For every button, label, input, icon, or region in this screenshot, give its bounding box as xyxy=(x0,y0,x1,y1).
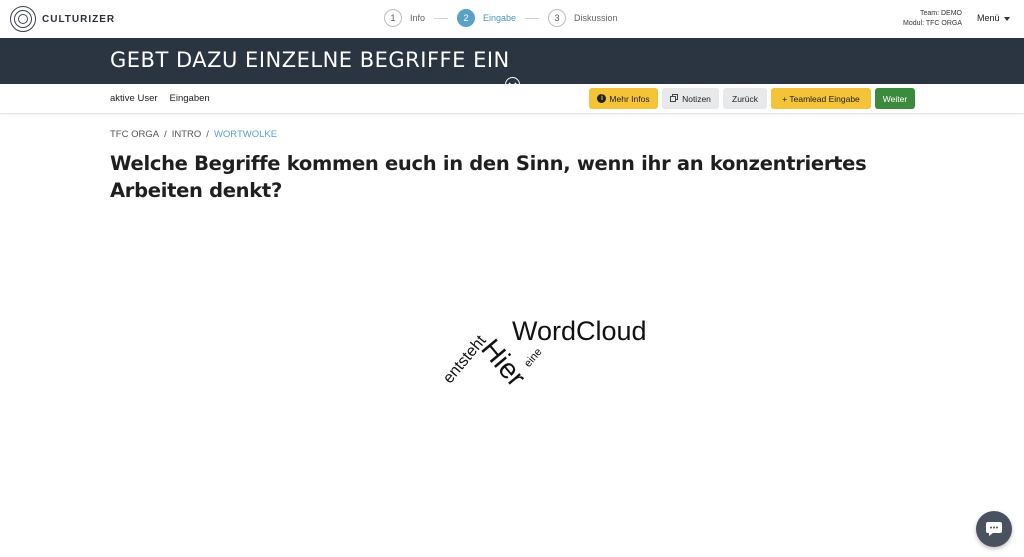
question-heading: Welche Begriffe kommen euch in den Sinn,… xyxy=(110,152,867,202)
toolbar-links: aktive User Eingaben xyxy=(110,93,210,104)
modul-name: Modul: TFC ORGA xyxy=(903,20,962,27)
teamlead-label: + Teamlead Eingabe xyxy=(782,93,860,104)
chat-button[interactable] xyxy=(976,511,1012,547)
breadcrumb-item[interactable]: INTRO xyxy=(172,129,202,140)
step-eingabe[interactable]: 2 Eingabe xyxy=(457,9,516,27)
chat-bubble-icon xyxy=(986,522,1002,536)
active-users-link[interactable]: aktive User xyxy=(110,93,158,104)
word-cloud-word: entsteht xyxy=(440,332,490,387)
brand-name: CULTURIZER xyxy=(42,13,116,25)
page-title: GEBT DAZU EINZELNE BEGRIFFE EIN xyxy=(110,48,510,72)
notes-icon xyxy=(670,94,679,103)
step-number: 1 xyxy=(384,9,402,27)
step-label: Diskussion xyxy=(574,13,618,23)
step-number: 3 xyxy=(548,9,567,27)
progress-stepper: 1 Info 2 Eingabe 3 Diskussion xyxy=(384,9,618,27)
back-button[interactable]: Zurück xyxy=(723,88,767,109)
more-info-button[interactable]: i Mehr Infos xyxy=(589,88,658,109)
step-info[interactable]: 1 Info xyxy=(384,9,425,27)
brand-logo[interactable]: CULTURIZER xyxy=(10,6,115,32)
menu-button[interactable]: Menü xyxy=(977,13,1010,23)
team-name: Team: DEMO xyxy=(919,10,962,17)
menu-label: Menü xyxy=(977,13,1000,23)
breadcrumb: TFC ORGA / INTRO / WORTWOLKE xyxy=(110,129,277,140)
word-cloud-word: Hier xyxy=(475,333,533,393)
info-icon: i xyxy=(597,94,607,103)
step-divider xyxy=(525,17,540,19)
notes-label: Notizen xyxy=(682,93,711,104)
teamlead-entry-button[interactable]: + Teamlead Eingabe xyxy=(771,88,871,109)
word-cloud-word: eine xyxy=(522,346,545,370)
back-label: Zurück xyxy=(732,93,758,104)
more-info-label: Mehr Infos xyxy=(609,93,650,104)
next-label: Weiter xyxy=(882,93,908,104)
breadcrumb-current: WORTWOLKE xyxy=(213,129,278,140)
step-number: 2 xyxy=(457,9,476,27)
chevron-down-icon xyxy=(1003,16,1010,21)
team-info: Team: DEMO Modul: TFC ORGA xyxy=(898,9,962,29)
step-label: Eingabe xyxy=(483,13,517,23)
culturizer-logo-icon xyxy=(10,6,36,32)
top-navigation: CULTURIZER 1 Info 2 Eingabe 3 Diskussion… xyxy=(0,0,1024,38)
word-cloud-word: WordCloud xyxy=(512,316,647,346)
step-diskussion[interactable]: 3 Diskussion xyxy=(548,9,618,27)
step-divider xyxy=(434,17,449,19)
breadcrumb-item[interactable]: TFC ORGA xyxy=(110,129,159,140)
notes-button[interactable]: Notizen xyxy=(662,88,719,109)
breadcrumb-separator: / xyxy=(164,129,167,140)
entries-link[interactable]: Eingaben xyxy=(170,93,210,104)
breadcrumb-separator: / xyxy=(206,129,209,140)
step-label: Info xyxy=(410,13,426,23)
next-button[interactable]: Weiter xyxy=(875,88,915,109)
